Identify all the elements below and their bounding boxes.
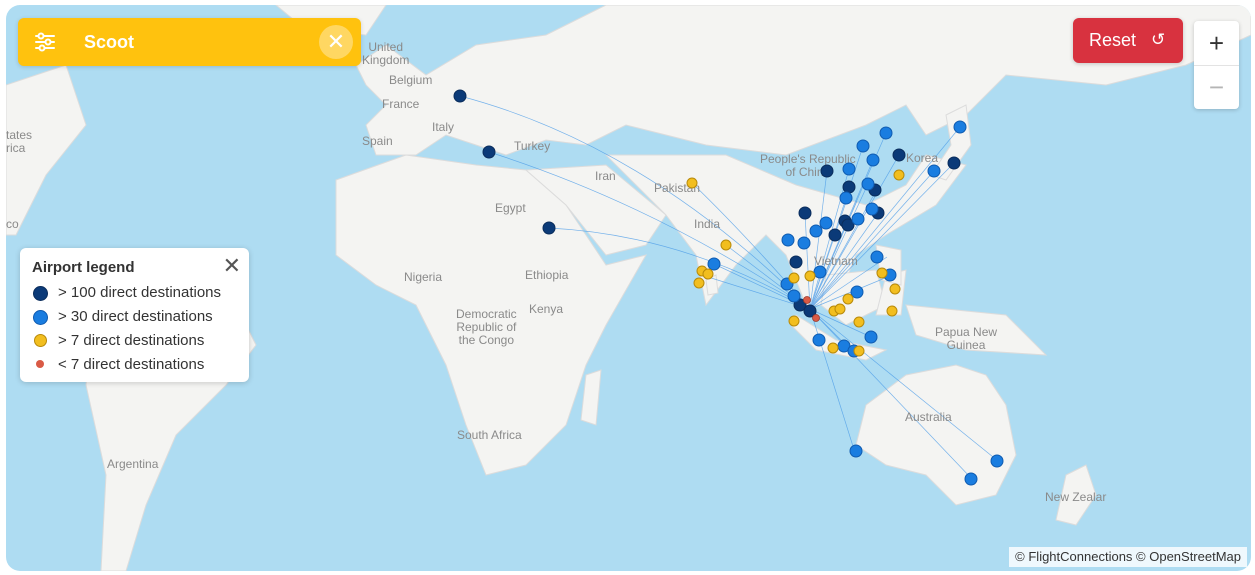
zoom-controls: + − [1194,21,1239,109]
legend-item-label: > 7 direct destinations [58,332,205,349]
map-label-spain: Spain [362,134,393,148]
map-label-nigeria: Nigeria [404,270,443,284]
map-label-belgium: Belgium [389,73,433,87]
map-label-new-zealand: New Zealar [1045,490,1107,504]
map-label-china: People's Republic of China [760,152,856,179]
legend-title: Airport legend [32,259,135,276]
map-label-kenya: Kenya [529,302,564,316]
legend-dot-over-7 [34,334,47,347]
legend-item-label: < 7 direct destinations [58,356,205,373]
map-label-australia: Australia [905,410,952,424]
reset-button[interactable]: Reset ↺ [1073,18,1183,63]
reset-button-label: Reset [1089,30,1137,50]
legend-item-label: > 100 direct destinations [58,284,222,301]
map-label-united-kingdom: United Kingdom [362,40,410,67]
legend-dot-under-7 [36,360,44,368]
map-label-india: India [694,217,721,231]
map-label-argentina: Argentina [107,457,159,471]
legend-dot-over-30 [33,310,48,325]
zoom-in-button[interactable]: + [1194,21,1239,66]
map-label-turkey: Turkey [514,139,551,153]
legend-item-label: > 30 direct destinations [58,308,213,325]
map-label-papua: Papua New Guinea [935,325,998,352]
map-label-egypt: Egypt [495,201,526,215]
airline-filter-chip[interactable]: Scoot ✕ [18,18,361,66]
airline-filter-label: Scoot [84,32,135,52]
map-attribution[interactable]: © FlightConnections © OpenStreetMap [1009,547,1247,567]
map-label-ethiopia: Ethiopia [525,268,569,282]
close-icon[interactable]: ✕ [319,25,353,59]
map-label-states: tates rica [6,128,33,155]
map-label-korea: Korea [906,151,939,165]
map-label-iran: Iran [595,169,616,183]
map-label-south-africa: South Africa [457,428,522,442]
map-label-drc: Democratic Republic of the Congo [456,307,517,347]
map-label-italy: Italy [432,120,455,134]
map-label-vietnam: Vietnam [814,254,858,268]
map-label-france: France [382,97,420,111]
airport-legend: Airport legend ✕ > 100 direct destinatio… [20,248,249,382]
map-label-co: co [6,217,19,231]
sliders-icon [34,32,56,57]
map-label-pakistan: Pakistan [654,181,701,195]
reset-icon: ↺ [1151,30,1166,49]
close-icon[interactable]: ✕ [223,253,241,279]
zoom-out-button[interactable]: − [1194,65,1239,109]
legend-dot-over-100 [33,286,48,301]
